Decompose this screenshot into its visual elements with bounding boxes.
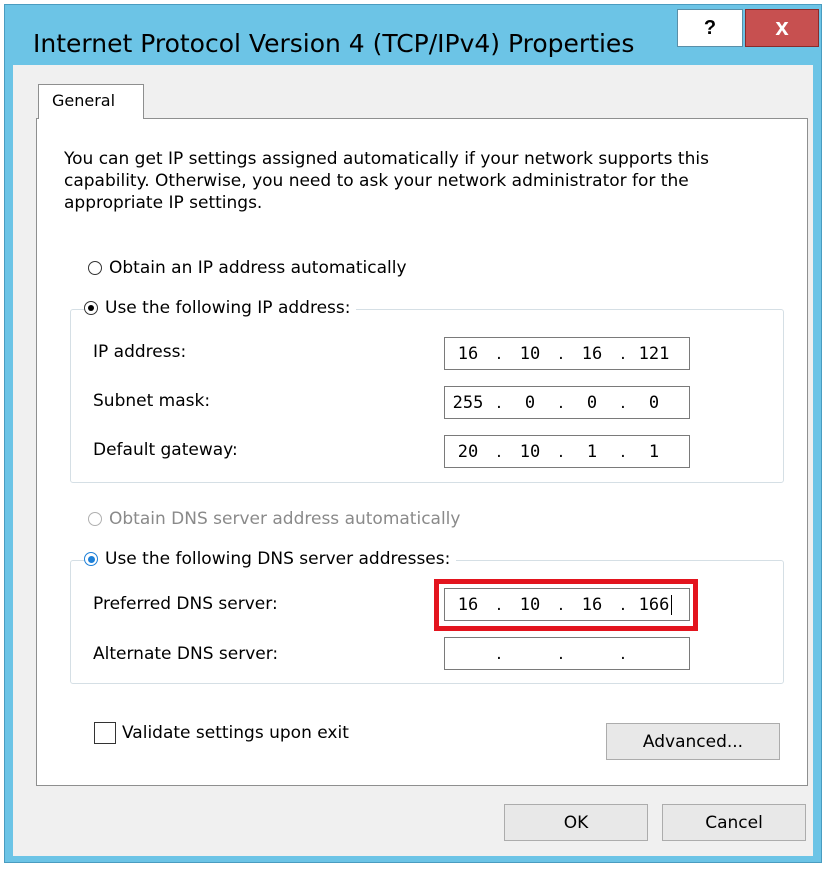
- subnet-mask-input[interactable]: 255. 0. 0. 0: [444, 386, 690, 419]
- octet: 255: [452, 392, 484, 413]
- subnet-mask-label: Subnet mask:: [93, 391, 211, 411]
- alternate-dns-label: Alternate DNS server:: [93, 644, 279, 664]
- help-button[interactable]: ?: [677, 9, 743, 47]
- use-following-ip-label: Use the following IP address:: [105, 298, 351, 318]
- octet: 16: [457, 343, 479, 364]
- preferred-dns-label: Preferred DNS server:: [93, 594, 278, 614]
- octet: 121: [638, 343, 670, 364]
- ip-address-input[interactable]: 16. 10. 16. 121: [444, 337, 690, 370]
- highlight-box: [434, 579, 698, 631]
- tab-general[interactable]: General: [38, 84, 144, 119]
- cancel-button[interactable]: Cancel: [662, 804, 806, 841]
- octet: 0: [524, 392, 536, 413]
- validate-settings-checkbox[interactable]: Validate settings upon exit: [94, 722, 349, 744]
- validate-settings-label: Validate settings upon exit: [122, 723, 349, 743]
- ip-address-label: IP address:: [93, 342, 187, 362]
- help-icon: ?: [703, 16, 717, 39]
- radio-checked-icon: [84, 552, 98, 566]
- obtain-dns-auto-label: Obtain DNS server address automatically: [109, 509, 461, 529]
- octet: 16: [581, 343, 603, 364]
- use-following-ip-radio[interactable]: Use the following IP address:: [84, 298, 357, 318]
- obtain-ip-auto-radio[interactable]: Obtain an IP address automatically: [88, 258, 407, 278]
- octet: 1: [586, 441, 598, 462]
- advanced-button[interactable]: Advanced...: [606, 723, 780, 760]
- octet: 0: [586, 392, 598, 413]
- octet: 10: [519, 343, 541, 364]
- alternate-dns-input[interactable]: . . .: [444, 637, 690, 670]
- use-following-dns-label: Use the following DNS server addresses:: [105, 549, 451, 569]
- radio-unchecked-icon: [88, 512, 102, 526]
- default-gateway-input[interactable]: 20. 10. 1. 1: [444, 435, 690, 468]
- ok-button[interactable]: OK: [504, 804, 648, 841]
- close-button[interactable]: x: [745, 9, 819, 47]
- octet: 0: [648, 392, 660, 413]
- description-text: You can get IP settings assigned automat…: [64, 149, 709, 213]
- window-title: Internet Protocol Version 4 (TCP/IPv4) P…: [33, 29, 635, 58]
- octet: 10: [519, 441, 541, 462]
- obtain-dns-auto-radio[interactable]: Obtain DNS server address automatically: [88, 509, 460, 529]
- checkbox-unchecked-icon: [94, 722, 116, 744]
- radio-checked-icon: [84, 301, 98, 315]
- radio-unchecked-icon: [88, 261, 102, 275]
- octet: 1: [648, 441, 660, 462]
- use-following-dns-radio[interactable]: Use the following DNS server addresses:: [84, 549, 457, 569]
- default-gateway-label: Default gateway:: [93, 440, 238, 460]
- obtain-ip-auto-label: Obtain an IP address automatically: [109, 258, 407, 278]
- close-icon: x: [775, 14, 789, 41]
- octet: 20: [457, 441, 479, 462]
